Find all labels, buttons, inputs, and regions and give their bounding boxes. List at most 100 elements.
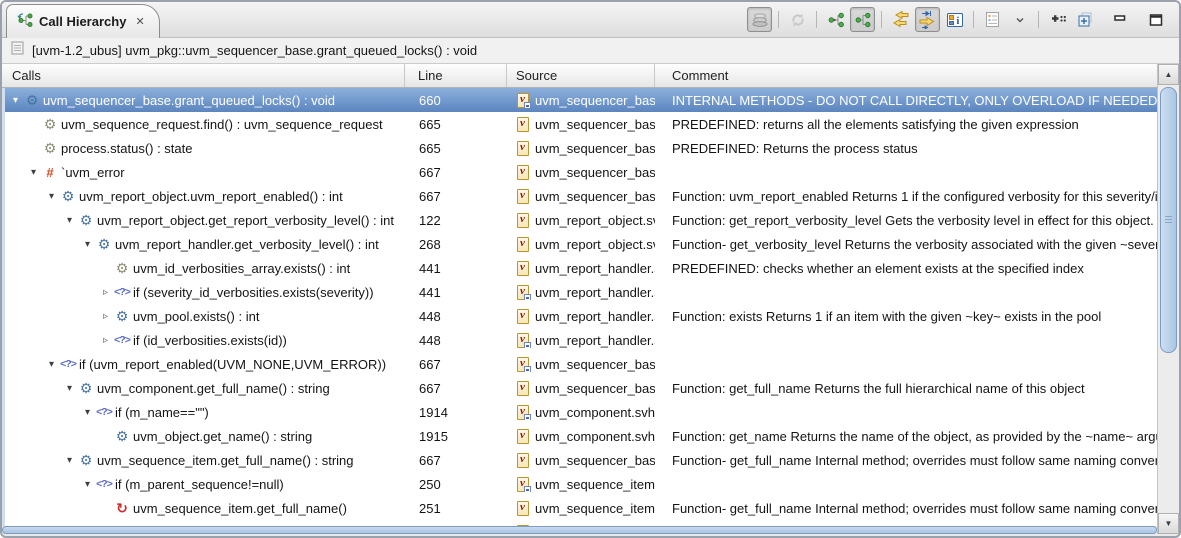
call-label: if (m_parent_sequence!=null) [115, 477, 284, 492]
table-row[interactable]: ▾⚙uvm_report_handler.get_verbosity_level… [2, 232, 1157, 256]
comment-cell: Function- get_full_name Internal method;… [655, 501, 1157, 516]
expander-collapsed-icon[interactable]: ▹ [98, 335, 113, 346]
fast-view-button[interactable] [1045, 7, 1070, 32]
call-label: uvm_sequencer_base.grant_queued_locks() … [43, 93, 335, 108]
table-row[interactable]: ▾<?>if (uvm_report_enabled(UVM_NONE,UVM_… [2, 352, 1157, 376]
horizontal-scrollbar-thumb[interactable] [2, 526, 1157, 534]
source-cell: uvm_report_object.svh [507, 237, 655, 252]
source-cell: uvm_sequencer_base.svh [507, 141, 655, 156]
source-cell: uvm_sequence_item.svh [507, 477, 655, 492]
sv-file-icon [517, 93, 529, 108]
table-row[interactable]: ⚙uvm_object.get_name() : string1915uvm_c… [2, 424, 1157, 448]
horizontal-scrollbar[interactable] [2, 526, 1157, 534]
hierarchy-root-text: [uvm-1.2_ubus] uvm_pkg::uvm_sequencer_ba… [32, 43, 477, 58]
expander-expanded-icon[interactable]: ▾ [8, 95, 23, 106]
source-cell: uvm_component.svh [507, 405, 655, 420]
table-row[interactable]: ▹<?>if (id_verbosities.exists(id))448uvm… [2, 328, 1157, 352]
expander-expanded-icon[interactable]: ▾ [62, 215, 77, 226]
expander-expanded-icon[interactable]: ▾ [80, 239, 95, 250]
source-file-name: uvm_sequencer_base.svh [535, 453, 655, 468]
table-row[interactable]: ▾⚙uvm_sequencer_base.grant_queued_locks(… [2, 88, 1157, 112]
source-cell: uvm_sequencer_base.svh [507, 381, 655, 396]
gear-blue-icon: ⚙ [77, 452, 95, 469]
source-cell: uvm_report_object.svh [507, 213, 655, 228]
table-row[interactable]: ▾<?>if (m_name=="")1914uvm_component.svh [2, 400, 1157, 424]
call-label: process.status() : state [61, 141, 193, 156]
call-label: uvm_report_object.get_report_verbosity_l… [97, 213, 394, 228]
minimize-button[interactable] [1107, 7, 1132, 32]
vertical-scrollbar[interactable]: ▲ ▼ [1157, 64, 1179, 534]
expander-collapsed-icon[interactable]: ▹ [98, 287, 113, 298]
expander-expanded-icon[interactable]: ▾ [44, 191, 59, 202]
source-file-name: uvm_component.svh [535, 405, 655, 420]
restore-button[interactable] [1072, 7, 1097, 32]
calls-cell: ▾<?>if (m_name=="") [2, 405, 405, 420]
maximize-button[interactable] [1143, 7, 1168, 32]
toolbar-separator [778, 11, 779, 28]
scroll-up-button[interactable]: ▲ [1158, 64, 1179, 85]
column-header-line[interactable]: Line [405, 64, 507, 87]
file-decorator-icon [524, 342, 531, 348]
source-cell: uvm_sequence_item.svh [507, 501, 655, 516]
tree-indent [2, 220, 62, 221]
table-row[interactable]: ▾⚙uvm_report_object.uvm_report_enabled()… [2, 184, 1157, 208]
column-header-comment[interactable]: Comment [655, 64, 1157, 87]
source-cell: uvm_sequencer_base.svh [507, 189, 655, 204]
sv-file-icon [517, 285, 529, 300]
line-cell: 665 [405, 141, 507, 156]
expander-collapsed-icon[interactable]: ▹ [98, 311, 113, 322]
source-cell: uvm_sequencer_base.svh [507, 453, 655, 468]
expander-expanded-icon[interactable]: ▾ [80, 479, 95, 490]
tree-indent [2, 292, 98, 293]
source-cell: uvm_report_handler.svh [507, 333, 655, 348]
sv-file-icon [517, 429, 529, 444]
sv-file-icon [517, 117, 529, 132]
source-file-name: uvm_sequencer_base.svh [535, 381, 655, 396]
table-row[interactable]: ▾#`uvm_error667uvm_sequencer_base.svh [2, 160, 1157, 184]
expander-expanded-icon[interactable]: ▾ [62, 383, 77, 394]
comment-cell: Function: exists Returns 1 if an item wi… [655, 309, 1157, 324]
table-row[interactable]: ▾⚙uvm_sequence_item.get_full_name() : st… [2, 448, 1157, 472]
source-file-name: uvm_report_handler.svh [535, 285, 655, 300]
column-header-calls[interactable]: Calls [2, 64, 405, 87]
show-callees-button[interactable] [850, 7, 875, 32]
tab-call-hierarchy[interactable]: Call Hierarchy ✕ [6, 4, 160, 38]
table-row[interactable]: ▹<?>if (severity_id_verbosities.exists(s… [2, 280, 1157, 304]
expander-expanded-icon[interactable]: ▾ [62, 455, 77, 466]
table-row[interactable]: ▹⚙uvm_pool.exists() : int448uvm_report_h… [2, 304, 1157, 328]
expander-expanded-icon[interactable]: ▾ [26, 167, 41, 178]
file-decorator-icon [524, 102, 531, 108]
vertical-scrollbar-thumb[interactable] [1160, 87, 1177, 353]
sv-file-icon [517, 309, 529, 324]
gear-blue-icon: ⚙ [113, 428, 131, 445]
sv-file-icon [517, 141, 529, 156]
tree-indent [2, 172, 26, 173]
table-row[interactable]: ▾⚙uvm_report_object.get_report_verbosity… [2, 208, 1157, 232]
table-row[interactable]: ▾⚙uvm_component.get_full_name() : string… [2, 376, 1157, 400]
tree-indent [2, 244, 80, 245]
source-file-name: uvm_report_handler.svh [535, 309, 655, 324]
view-menu-chevron-button[interactable] [1007, 7, 1032, 32]
trace-calls-forward-button[interactable] [915, 7, 940, 32]
table-row[interactable]: ⚙uvm_sequence_request.find() : uvm_seque… [2, 112, 1157, 136]
view-menu-button[interactable] [980, 7, 1005, 32]
table-row[interactable]: ↻uvm_sequence_item.get_full_name()251uvm… [2, 496, 1157, 520]
source-cell: uvm_component.svh [507, 429, 655, 444]
show-details-columns-button[interactable]: i [942, 7, 967, 32]
line-cell: 250 [405, 477, 507, 492]
table-row[interactable]: ▾<?>if (m_parent_sequence!=null)250uvm_s… [2, 472, 1157, 496]
source-file-name: uvm_sequence_item.svh [535, 477, 655, 492]
expander-expanded-icon[interactable]: ▾ [44, 359, 59, 370]
hierarchy-root-bar: [uvm-1.2_ubus] uvm_pkg::uvm_sequencer_ba… [2, 38, 1179, 64]
expander-expanded-icon[interactable]: ▾ [80, 407, 95, 418]
line-cell: 667 [405, 165, 507, 180]
table-row[interactable]: ⚙uvm_id_verbosities_array.exists() : int… [2, 256, 1157, 280]
show-callers-button[interactable] [823, 7, 848, 32]
show-call-stack-button[interactable] [747, 7, 772, 32]
column-header-source[interactable]: Source [507, 64, 655, 87]
toolbar-separator [1038, 11, 1039, 28]
close-icon[interactable]: ✕ [135, 15, 144, 28]
scroll-down-button[interactable]: ▼ [1158, 513, 1179, 534]
trace-calls-backward-button[interactable] [888, 7, 913, 32]
table-row[interactable]: ⚙process.status() : state665uvm_sequence… [2, 136, 1157, 160]
